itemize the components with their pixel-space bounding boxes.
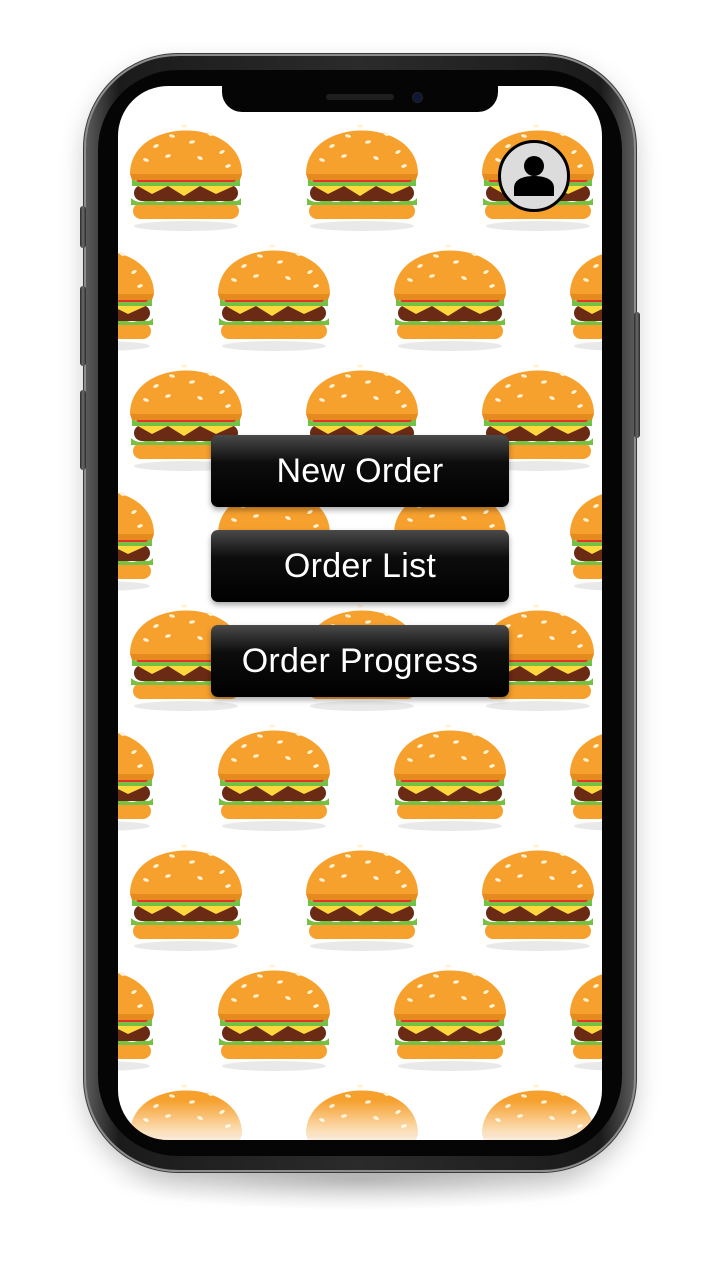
app-screen xyxy=(118,86,602,1140)
burger-icon xyxy=(218,724,330,831)
burger-icon xyxy=(218,964,330,1071)
burger-icon xyxy=(218,244,330,351)
burger-icon xyxy=(394,964,506,1071)
burger-icon xyxy=(570,244,602,351)
burger-icon xyxy=(570,484,602,591)
phone-front-camera xyxy=(413,93,422,102)
order-progress-button[interactable]: Order Progress xyxy=(211,625,509,697)
screen-bottom-fade xyxy=(118,1100,602,1140)
burger-icon xyxy=(306,844,418,951)
phone-power-button xyxy=(634,312,640,438)
phone-mute-switch xyxy=(80,206,86,248)
burger-icon xyxy=(394,244,506,351)
profile-button[interactable] xyxy=(498,140,570,212)
burger-icon xyxy=(482,844,594,951)
burger-icon xyxy=(570,964,602,1071)
burger-icon xyxy=(118,724,154,831)
burger-icon xyxy=(118,484,154,591)
burger-icon xyxy=(130,844,242,951)
phone-volume-down-button xyxy=(80,390,86,470)
new-order-button[interactable]: New Order xyxy=(211,435,509,507)
phone-speaker xyxy=(326,94,394,100)
phone-volume-up-button xyxy=(80,286,86,366)
burger-icon xyxy=(118,244,154,351)
burger-icon xyxy=(306,124,418,231)
user-avatar-icon xyxy=(514,156,554,196)
burger-icon xyxy=(118,964,154,1071)
order-list-button[interactable]: Order List xyxy=(211,530,509,602)
burger-icon xyxy=(570,724,602,831)
burger-icon xyxy=(130,124,242,231)
burger-pattern-background xyxy=(118,124,602,1140)
burger-icon xyxy=(394,724,506,831)
